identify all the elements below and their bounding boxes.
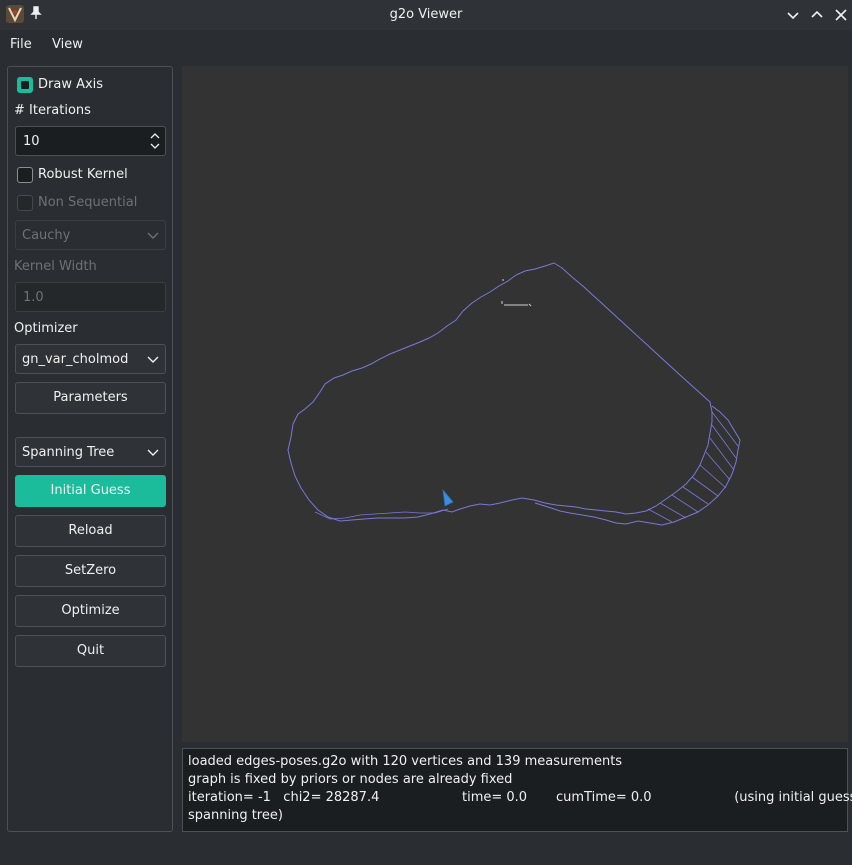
pose-graph-trajectory: [287, 262, 713, 522]
kernel-width-value: 1.0: [23, 290, 44, 305]
spin-arrows-icon[interactable]: [149, 130, 161, 152]
iterations-label: # Iterations: [14, 103, 91, 118]
window-title: g2o Viewer: [389, 7, 463, 22]
robust-kernel-label[interactable]: Robust Kernel: [38, 167, 128, 182]
robust-kernel-checkbox[interactable]: [17, 167, 33, 183]
log-line: graph is fixed by priors or nodes are al…: [188, 772, 513, 787]
menu-view[interactable]: View: [52, 37, 83, 52]
parameters-button[interactable]: Parameters: [15, 382, 166, 414]
initial-guess-method-select[interactable]: Spanning Tree: [15, 437, 166, 467]
kernel-width-input[interactable]: 1.0: [15, 282, 166, 312]
maximize-icon[interactable]: [808, 6, 826, 24]
loop-closure-edges: [647, 411, 739, 523]
optimize-button[interactable]: Optimize: [15, 595, 166, 627]
initial-guess-button[interactable]: Initial Guess: [15, 475, 166, 507]
log-line: iteration= -1 chi2= 28287.4 time= 0.0 cu…: [188, 790, 852, 805]
non-sequential-label[interactable]: Non Sequential: [38, 195, 137, 210]
pose-graph-loop-trace: [534, 405, 741, 526]
kernel-width-label: Kernel Width: [14, 259, 97, 274]
title-bar: g2o Viewer: [0, 0, 852, 30]
menu-file[interactable]: File: [10, 37, 32, 52]
minimize-icon[interactable]: [784, 6, 802, 24]
menu-bar: File View: [0, 30, 852, 58]
control-panel: Draw Axis # Iterations 10 Robust Kernel …: [7, 66, 173, 832]
optimizer-label: Optimizer: [14, 321, 78, 336]
pose-graph-plot: [287, 262, 741, 526]
kernel-type-value: Cauchy: [22, 228, 71, 243]
setzero-button[interactable]: SetZero: [15, 555, 166, 587]
close-icon[interactable]: [832, 6, 850, 24]
quit-button[interactable]: Quit: [15, 635, 166, 667]
non-sequential-checkbox[interactable]: [17, 195, 33, 211]
log-line: loaded edges-poses.g2o with 120 vertices…: [188, 754, 623, 769]
initial-guess-method-value: Spanning Tree: [22, 445, 115, 460]
iterations-spinbox[interactable]: 10: [15, 126, 166, 156]
log-output[interactable]: loaded edges-poses.g2o with 120 vertices…: [182, 748, 852, 832]
optimizer-value: gn_var_cholmod: [22, 352, 129, 367]
chevron-down-icon: [147, 449, 159, 456]
current-pose-marker: [442, 488, 454, 507]
graph-viewport[interactable]: [182, 66, 848, 742]
optimizer-select[interactable]: gn_var_cholmod: [15, 344, 166, 374]
chevron-down-icon: [147, 232, 159, 239]
draw-axis-checkbox[interactable]: [17, 77, 33, 93]
chevron-down-icon: [147, 356, 159, 363]
axis-marker: [501, 279, 532, 307]
reload-button[interactable]: Reload: [15, 515, 166, 547]
iterations-value: 10: [23, 134, 40, 149]
draw-axis-label[interactable]: Draw Axis: [38, 77, 103, 92]
log-line: spanning tree): [188, 808, 283, 823]
kernel-type-select[interactable]: Cauchy: [15, 220, 166, 250]
status-bar: [0, 843, 852, 865]
